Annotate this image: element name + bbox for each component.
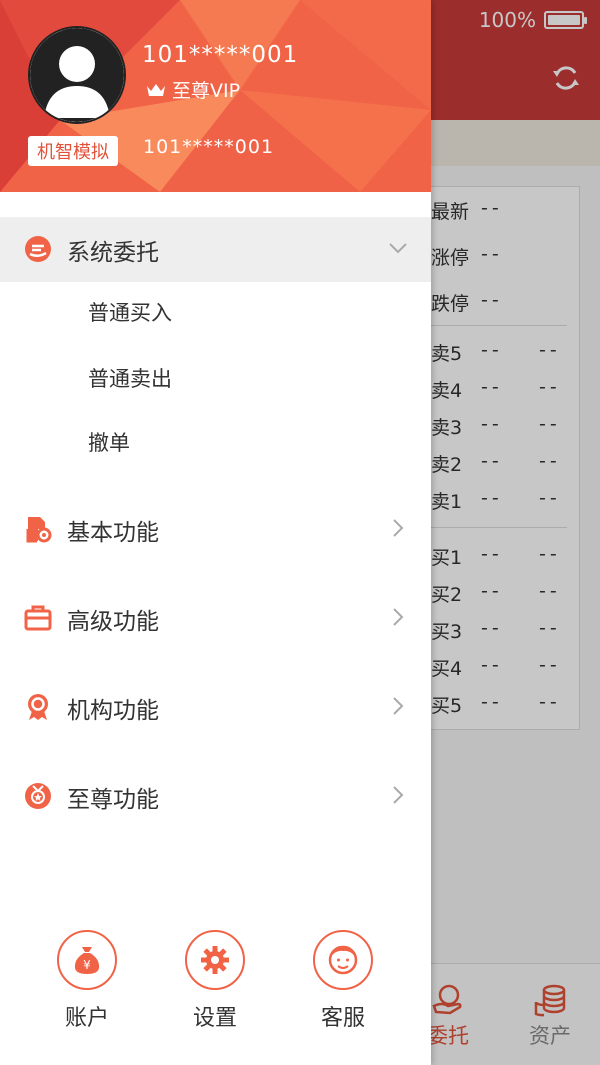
chevron-right-icon [393, 697, 404, 715]
chevron-right-icon [393, 608, 404, 626]
hand-order-icon [25, 236, 51, 262]
avatar[interactable] [28, 26, 126, 124]
menu-system-order[interactable]: 系统委托 [0, 217, 431, 282]
submenu-normal-buy[interactable]: 普通买入 [88, 297, 172, 327]
chevron-right-icon [393, 519, 404, 537]
user-silhouette-icon [30, 28, 124, 122]
mode-badge: 机智模拟 [28, 136, 118, 166]
menu-label: 机构功能 [67, 698, 159, 724]
support-agent-icon [328, 945, 358, 975]
settings-button[interactable]: 设置 [170, 930, 260, 1032]
chevron-right-icon [393, 786, 404, 804]
menu-institution-functions[interactable]: 机构功能 [0, 675, 431, 740]
drawer-bottom-actions: ¥ 账户 设置 客服 [0, 930, 431, 1050]
briefcase-icon [24, 605, 52, 631]
account-number: 101*****001 [143, 136, 275, 158]
document-gear-icon [26, 517, 52, 543]
money-bag-icon: ¥ [74, 947, 100, 974]
submenu-normal-sell[interactable]: 普通卖出 [88, 363, 172, 393]
menu-supreme-functions[interactable]: 至尊功能 [0, 764, 431, 829]
chevron-down-icon [389, 243, 407, 254]
vip-level: 至尊VIP [146, 76, 240, 103]
account-button[interactable]: ¥ 账户 [42, 930, 132, 1032]
gear-icon [201, 946, 229, 974]
menu-label: 至尊功能 [67, 787, 159, 813]
customer-service-button[interactable]: 客服 [298, 930, 388, 1032]
menu-label: 系统委托 [67, 240, 159, 266]
menu-advanced-functions[interactable]: 高级功能 [0, 586, 431, 651]
medal-icon [28, 694, 48, 720]
side-drawer: 101*****001 至尊VIP 机智模拟 101*****001 系统委托 … [0, 0, 431, 1065]
submenu-cancel-order[interactable]: 撤单 [88, 427, 130, 457]
menu-label: 基本功能 [67, 520, 159, 546]
menu-basic-functions[interactable]: 基本功能 [0, 497, 431, 562]
menu-label: 高级功能 [67, 609, 159, 635]
user-id: 101*****001 [142, 42, 299, 68]
star-medal-icon [25, 783, 51, 809]
drawer-header: 101*****001 至尊VIP 机智模拟 101*****001 [0, 0, 431, 192]
crown-icon [147, 83, 165, 96]
svg-text:¥: ¥ [83, 958, 91, 972]
